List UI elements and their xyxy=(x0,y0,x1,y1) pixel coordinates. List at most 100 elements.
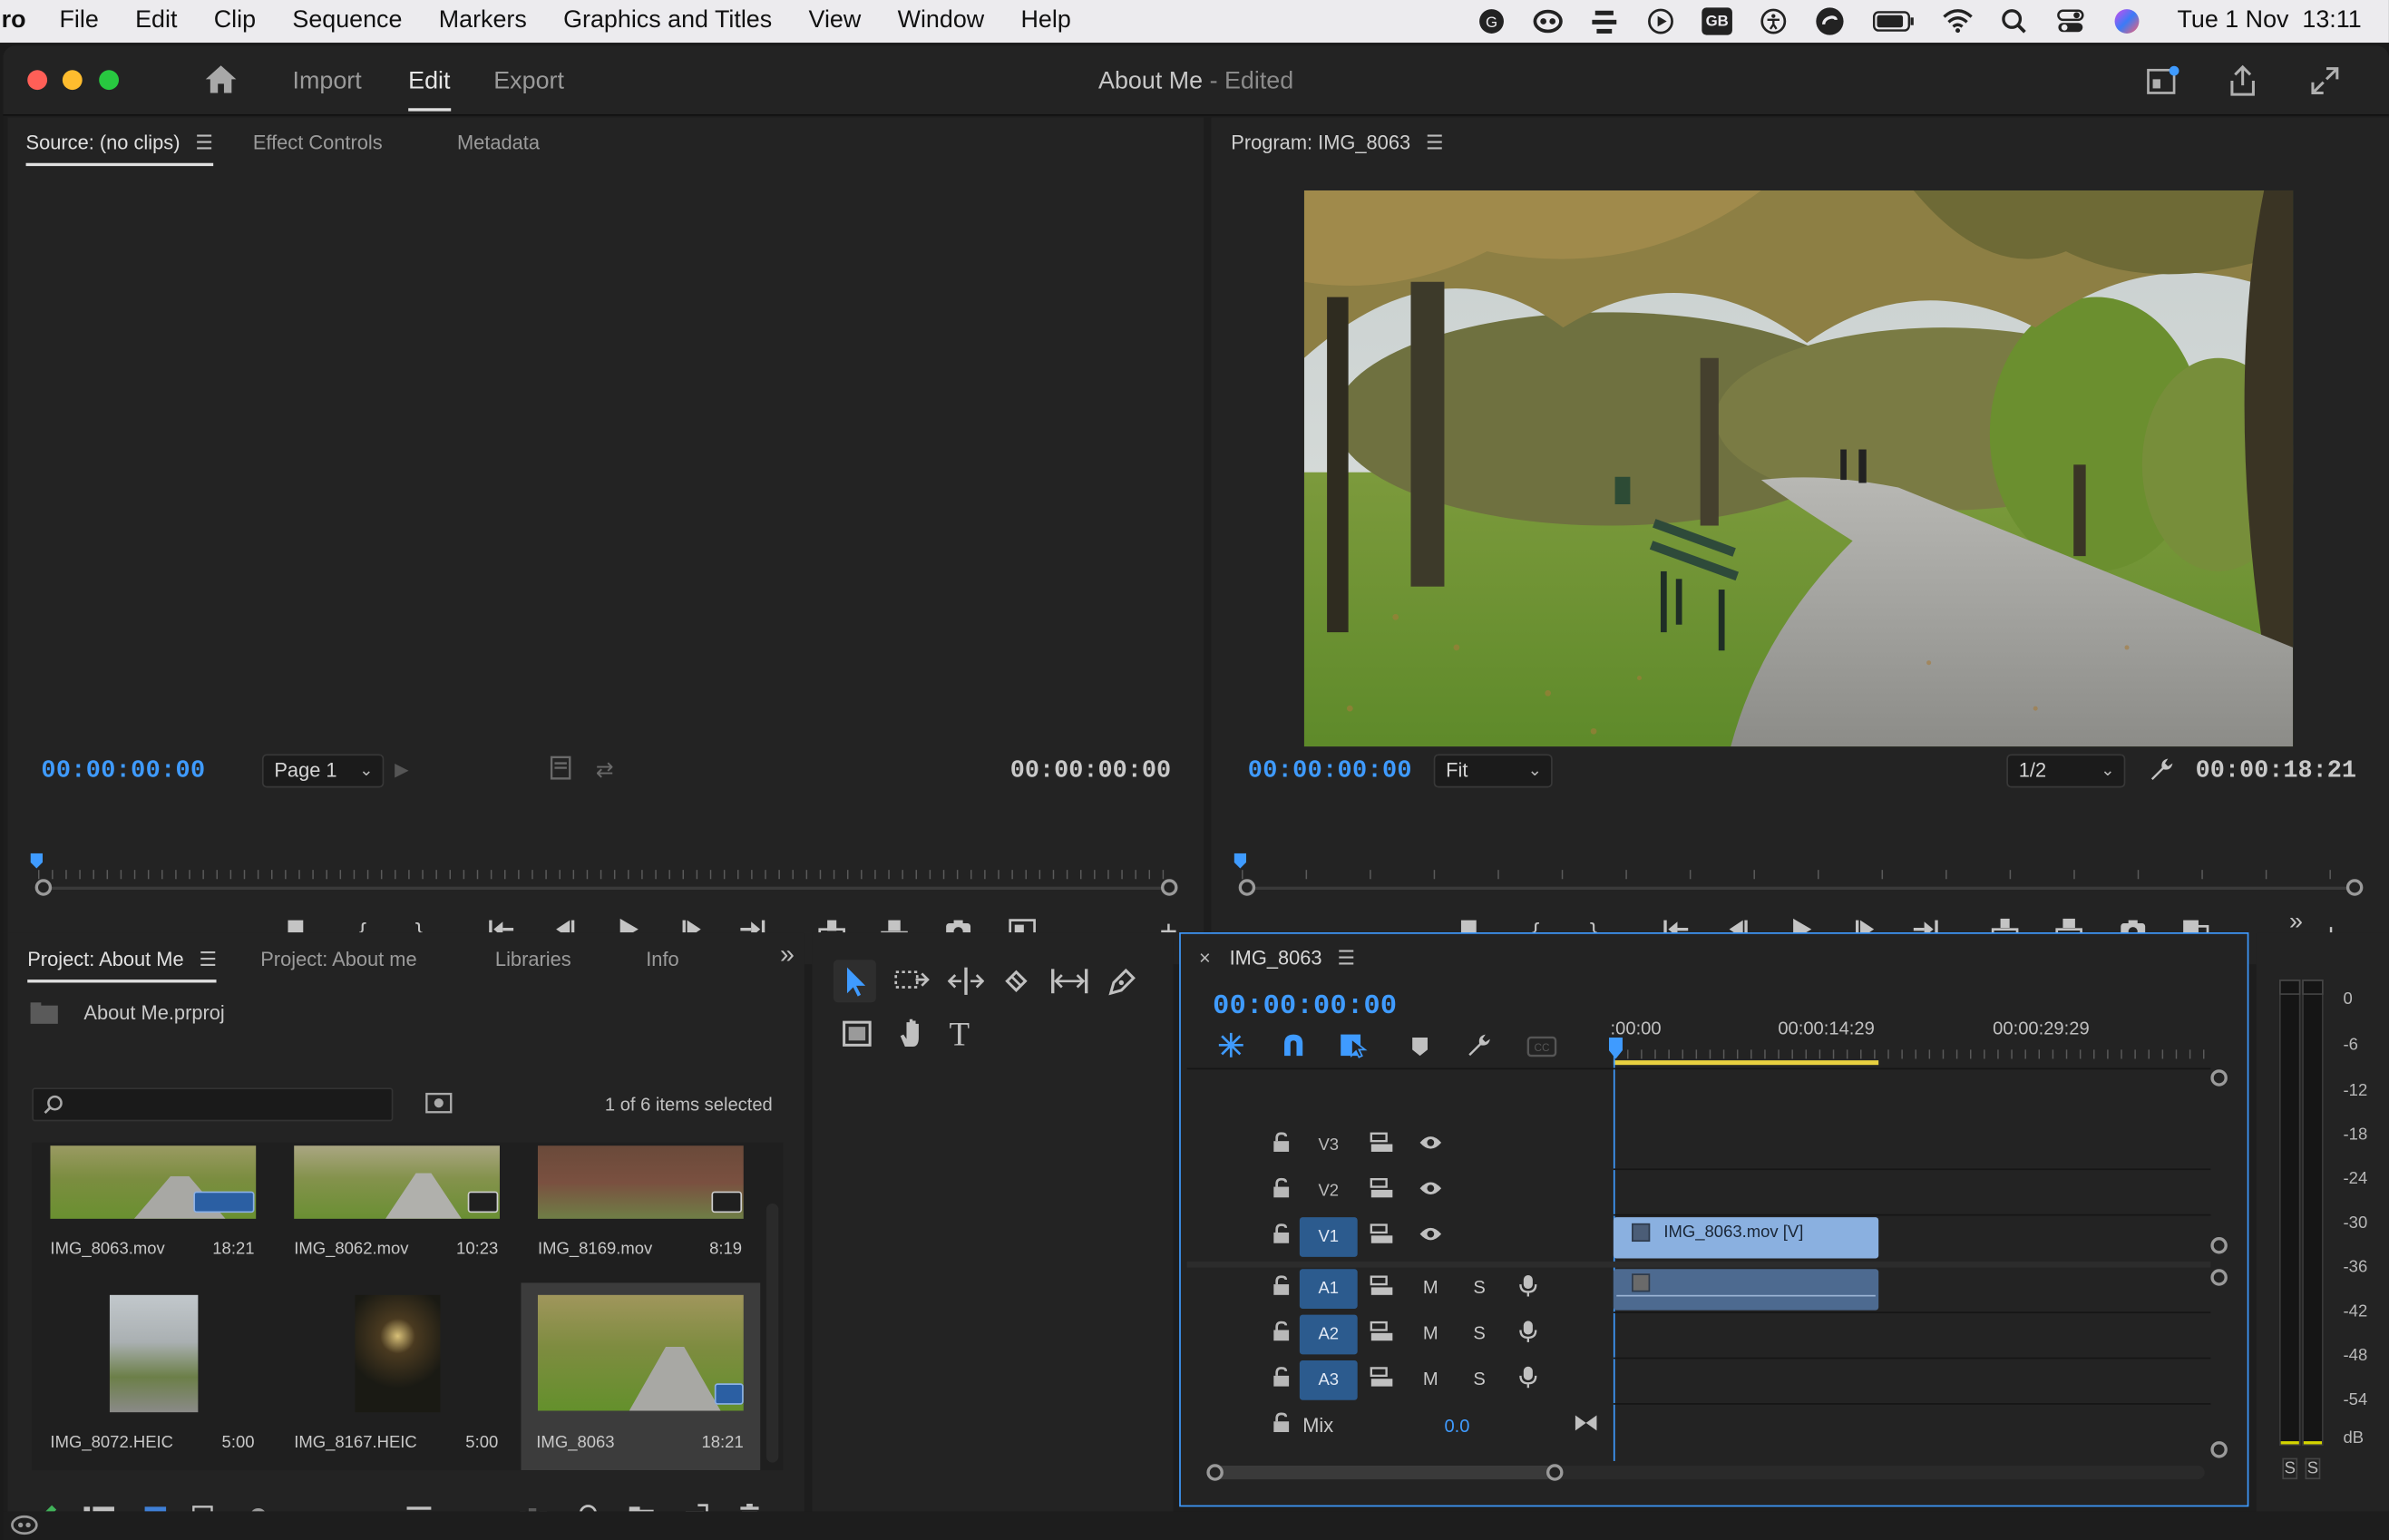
source-zoom-left-handle[interactable] xyxy=(34,879,53,896)
rectangle-tool-icon[interactable] xyxy=(843,1019,876,1058)
track-select-tool-icon[interactable] xyxy=(894,966,931,1004)
mute-button[interactable]: M xyxy=(1423,1322,1438,1344)
close-sequence-icon[interactable]: × xyxy=(1199,946,1211,969)
find-icon[interactable] xyxy=(425,1091,453,1123)
app-menu-fragment[interactable]: ro xyxy=(2,7,26,34)
resolution-dropdown[interactable]: 1/2 ⌄ xyxy=(2006,754,2126,788)
menu-file[interactable]: File xyxy=(60,7,99,34)
program-zoom-bar[interactable] xyxy=(1251,886,2355,891)
tab-info[interactable]: Info xyxy=(646,948,678,970)
tab-effect-controls[interactable]: Effect Controls xyxy=(253,131,383,153)
tab-metadata[interactable]: Metadata xyxy=(457,131,540,153)
slip-tool-icon[interactable] xyxy=(1049,966,1089,1004)
tab-project-about-me[interactable]: Project: About Me ☰ xyxy=(27,948,218,983)
spotlight-icon[interactable] xyxy=(1999,7,2030,34)
wrench-icon[interactable] xyxy=(2149,755,2176,791)
linked-selection-icon[interactable] xyxy=(1340,1031,1370,1067)
timeline-zoom-right-handle[interactable] xyxy=(1546,1464,1564,1481)
tab-project-about-me-2[interactable]: Project: About me xyxy=(260,948,416,970)
meter-solo-left[interactable]: S xyxy=(2282,1457,2298,1480)
sync-lock-icon[interactable] xyxy=(1370,1223,1394,1250)
audio-clip[interactable] xyxy=(1613,1269,1879,1311)
sync-lock-icon[interactable] xyxy=(1370,1132,1394,1158)
timeline-settings-icon[interactable] xyxy=(1466,1031,1493,1067)
audio-scroll-top-handle[interactable] xyxy=(2210,1269,2228,1286)
page-dropdown[interactable]: Page 1 ⌄ xyxy=(261,754,385,788)
sync-lock-icon[interactable] xyxy=(1370,1177,1394,1204)
search-field[interactable] xyxy=(70,1090,383,1118)
tab-sequence[interactable]: IMG_8063 ☰ xyxy=(1230,946,1355,970)
antenna-icon[interactable]: G xyxy=(1477,7,1507,34)
menu-help[interactable]: Help xyxy=(1020,7,1070,34)
lock-icon[interactable] xyxy=(1273,1132,1291,1158)
work-area-bar[interactable] xyxy=(1613,1060,1879,1066)
panel-menu-icon[interactable]: ☰ xyxy=(1426,131,1444,155)
eye-icon[interactable] xyxy=(1419,1225,1443,1248)
project-item[interactable]: IMG_8169.mov 8:19 xyxy=(520,1143,764,1283)
quick-export-icon[interactable] xyxy=(2147,65,2180,103)
search-input[interactable] xyxy=(32,1087,394,1122)
pen-tool-icon[interactable] xyxy=(1107,966,1138,1004)
page-next-icon[interactable]: ▶ xyxy=(395,759,409,781)
audio-waveform-icon[interactable]: ⇄ xyxy=(596,757,614,784)
gb-input-icon[interactable]: GB xyxy=(1702,7,1732,35)
stack-icon[interactable] xyxy=(1589,7,1620,34)
microphone-icon[interactable] xyxy=(1519,1365,1537,1394)
razor-tool-icon[interactable] xyxy=(1001,966,1032,1004)
lock-icon[interactable] xyxy=(1273,1321,1291,1347)
source-timecode[interactable]: 00:00:00:00 xyxy=(41,757,205,785)
sync-icon[interactable] xyxy=(1815,7,1846,35)
menu-clip[interactable]: Clip xyxy=(214,7,256,34)
solo-button[interactable]: S xyxy=(1473,1277,1485,1299)
source-zoom-bar[interactable] xyxy=(47,886,1167,891)
menu-markers[interactable]: Markers xyxy=(439,7,527,34)
captions-icon[interactable]: CC xyxy=(1526,1036,1557,1065)
video-scroll-top-handle[interactable] xyxy=(2210,1069,2228,1087)
fit-dropdown[interactable]: Fit ⌄ xyxy=(1433,754,1553,788)
sync-lock-icon[interactable] xyxy=(1370,1367,1394,1393)
meter-solo-right[interactable]: S xyxy=(2305,1457,2321,1480)
track-label-v2[interactable]: V2 xyxy=(1300,1172,1358,1212)
menu-edit[interactable]: Edit xyxy=(135,7,177,34)
program-zoom-right-handle[interactable] xyxy=(2345,879,2364,896)
eye-icon[interactable] xyxy=(1419,1134,1443,1156)
accessibility-icon[interactable] xyxy=(1759,7,1789,34)
lock-icon[interactable] xyxy=(1273,1275,1291,1301)
timeline-zoom-thumb[interactable] xyxy=(1214,1465,1553,1480)
insert-overwrite-icon[interactable] xyxy=(1217,1031,1244,1067)
program-time-ruler[interactable] xyxy=(1242,857,2362,880)
creative-cloud-status-icon[interactable] xyxy=(9,1515,40,1540)
wifi-icon[interactable] xyxy=(1943,7,1974,34)
overflow-tabs-icon[interactable]: » xyxy=(780,940,795,970)
eye-icon[interactable] xyxy=(1419,1179,1443,1202)
source-time-ruler[interactable] xyxy=(37,857,1174,880)
menu-sequence[interactable]: Sequence xyxy=(292,7,402,34)
audio-scroll-bottom-handle[interactable] xyxy=(2210,1441,2228,1458)
add-marker-icon[interactable] xyxy=(1409,1035,1431,1067)
project-item[interactable]: IMG_8062.mov 10:23 xyxy=(276,1143,520,1283)
settings-page-icon[interactable] xyxy=(550,755,571,787)
share-icon[interactable] xyxy=(2228,64,2258,105)
timeline-timecode[interactable]: 00:00:00:00 xyxy=(1213,992,1397,1023)
siri-icon[interactable] xyxy=(2111,7,2142,34)
program-timecode[interactable]: 00:00:00:00 xyxy=(1248,757,1412,785)
tab-source[interactable]: Source: (no clips) ☰ xyxy=(25,131,213,167)
tab-libraries[interactable]: Libraries xyxy=(495,948,571,970)
track-label-v1[interactable]: V1 xyxy=(1299,1217,1358,1257)
program-video-frame[interactable] xyxy=(1303,190,2294,747)
timeline-zoom-left-handle[interactable] xyxy=(1206,1464,1224,1481)
lock-icon[interactable] xyxy=(1273,1223,1291,1250)
sync-lock-icon[interactable] xyxy=(1370,1321,1394,1347)
fullscreen-icon[interactable] xyxy=(2310,65,2341,103)
project-item[interactable]: IMG_8072.HEIC 5:00 xyxy=(32,1294,276,1466)
source-zoom-right-handle[interactable] xyxy=(1161,879,1178,896)
panel-menu-icon[interactable]: ☰ xyxy=(199,948,217,972)
panel-menu-icon[interactable]: ☰ xyxy=(1337,946,1355,970)
video-clip[interactable]: IMG_8063.mov [V] xyxy=(1613,1217,1879,1259)
mute-button[interactable]: M xyxy=(1423,1277,1438,1299)
sync-lock-icon[interactable] xyxy=(1370,1275,1394,1301)
lock-icon[interactable] xyxy=(1273,1367,1291,1393)
project-item[interactable]: IMG_8167.HEIC 5:00 xyxy=(276,1294,520,1466)
track-label-v3[interactable]: V3 xyxy=(1300,1126,1358,1165)
control-center-icon[interactable] xyxy=(2055,7,2086,34)
